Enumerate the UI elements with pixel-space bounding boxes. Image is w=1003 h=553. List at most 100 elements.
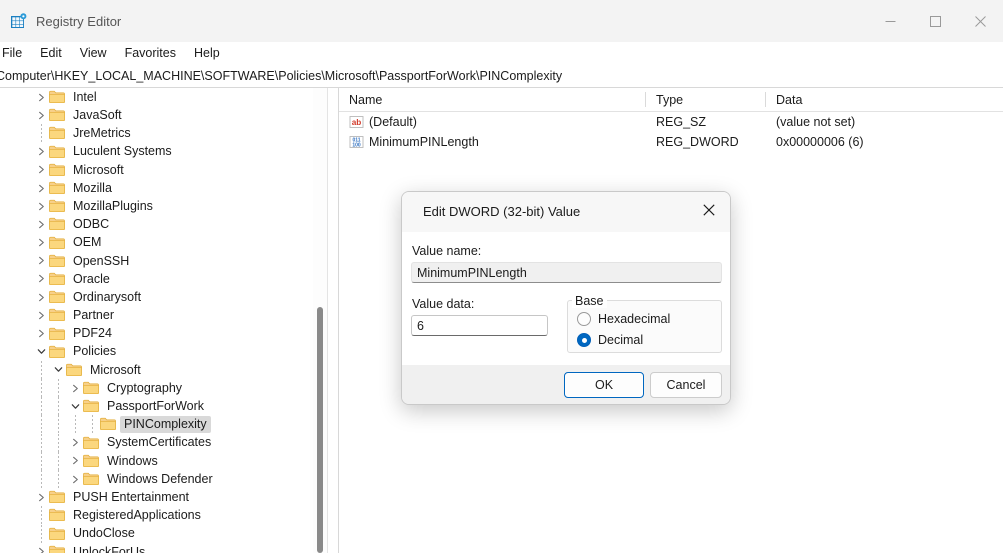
chevron-right-icon[interactable] <box>34 234 48 252</box>
tree-guide-line <box>41 124 42 142</box>
base-option-decimal[interactable]: Decimal <box>577 333 643 347</box>
tree-item-unlockforus[interactable]: UnlockForUs <box>0 543 313 553</box>
value-data-input[interactable]: 6 <box>411 315 548 336</box>
folder-icon <box>82 397 100 415</box>
chevron-right-icon[interactable] <box>34 143 48 161</box>
chevron-right-icon[interactable] <box>34 252 48 270</box>
ok-button[interactable]: OK <box>564 372 644 398</box>
chevron-right-icon[interactable] <box>34 306 48 324</box>
menu-item-file[interactable]: File <box>0 45 31 62</box>
tree-item-mozillaplugins[interactable]: MozillaPlugins <box>0 197 313 215</box>
tree-item-microsoft[interactable]: Microsoft <box>0 361 313 379</box>
tree-item-microsoft[interactable]: Microsoft <box>0 161 313 179</box>
tree-item-oem[interactable]: OEM <box>0 234 313 252</box>
chevron-right-icon[interactable] <box>34 88 48 106</box>
chevron-right-icon[interactable] <box>68 470 82 488</box>
column-header-name[interactable]: Name <box>339 88 645 111</box>
column-header-data[interactable]: Data <box>766 88 1003 111</box>
tree-item-undoclose[interactable]: UndoClose <box>0 525 313 543</box>
chevron-right-icon[interactable] <box>34 106 48 124</box>
dialog-title-bar: Edit DWORD (32-bit) Value <box>402 192 730 232</box>
value-name-cell: 011100MinimumPINLength <box>349 135 479 150</box>
chevron-right-icon[interactable] <box>34 215 48 233</box>
close-button[interactable] <box>958 0 1003 42</box>
cancel-button[interactable]: Cancel <box>650 372 722 398</box>
folder-icon <box>48 543 66 553</box>
chevron-right-icon[interactable] <box>34 488 48 506</box>
folder-icon <box>82 470 100 488</box>
tree-item-systemcertificates[interactable]: SystemCertificates <box>0 434 313 452</box>
chevron-right-icon[interactable] <box>68 434 82 452</box>
tree-guide-line <box>58 470 59 488</box>
tree-item-label: SystemCertificates <box>103 434 215 451</box>
tree-item-oracle[interactable]: Oracle <box>0 270 313 288</box>
tree-pane-edge <box>327 88 328 553</box>
tree-item-label: PassportForWork <box>103 398 208 415</box>
folder-icon <box>48 288 66 306</box>
folder-icon <box>48 234 66 252</box>
value-name-input[interactable]: MinimumPINLength <box>411 262 722 283</box>
column-header-type[interactable]: Type <box>646 88 765 111</box>
chevron-down-icon[interactable] <box>34 343 48 361</box>
list-rows: ab(Default)REG_SZ(value not set)011100Mi… <box>339 112 1003 152</box>
tree-item-cryptography[interactable]: Cryptography <box>0 379 313 397</box>
tree-item-push-entertainment[interactable]: PUSH Entertainment <box>0 488 313 506</box>
tree-item-pincomplexity[interactable]: PINComplexity <box>0 415 313 433</box>
tree-item-mozilla[interactable]: Mozilla <box>0 179 313 197</box>
address-bar[interactable]: Computer\HKEY_LOCAL_MACHINE\SOFTWARE\Pol… <box>0 65 1003 88</box>
menu-item-edit[interactable]: Edit <box>31 45 71 62</box>
tree-item-registeredapplications[interactable]: RegisteredApplications <box>0 506 313 524</box>
base-option-decimal-label: Decimal <box>598 333 643 347</box>
tree-item-openssh[interactable]: OpenSSH <box>0 252 313 270</box>
tree-item-passportforwork[interactable]: PassportForWork <box>0 397 313 415</box>
menu-item-view[interactable]: View <box>71 45 116 62</box>
tree-item-odbc[interactable]: ODBC <box>0 215 313 233</box>
tree-item-jremetrics[interactable]: JreMetrics <box>0 124 313 142</box>
tree-item-label: UnlockForUs <box>69 544 149 553</box>
list-row[interactable]: 011100MinimumPINLengthREG_DWORD0x0000000… <box>339 132 1003 152</box>
tree-item-policies[interactable]: Policies <box>0 343 313 361</box>
chevron-down-icon[interactable] <box>68 397 82 415</box>
tree-item-label: Policies <box>69 343 120 360</box>
chevron-right-icon[interactable] <box>34 197 48 215</box>
value-name-label: Value name: <box>412 245 481 258</box>
chevron-right-icon[interactable] <box>68 452 82 470</box>
menu-item-favorites[interactable]: Favorites <box>116 45 185 62</box>
tree-scrollbar-thumb[interactable] <box>317 307 323 553</box>
tree-item-pdf24[interactable]: PDF24 <box>0 324 313 342</box>
folder-icon <box>99 415 117 433</box>
chevron-right-icon[interactable] <box>34 325 48 343</box>
radio-decimal-icon <box>577 333 591 347</box>
chevron-right-icon[interactable] <box>68 379 82 397</box>
tree-scrollbar[interactable] <box>313 88 327 553</box>
list-row[interactable]: ab(Default)REG_SZ(value not set) <box>339 112 1003 132</box>
chevron-right-icon[interactable] <box>34 161 48 179</box>
tree-item-javasoft[interactable]: JavaSoft <box>0 106 313 124</box>
menu-item-help[interactable]: Help <box>185 45 229 62</box>
chevron-right-icon[interactable] <box>34 270 48 288</box>
registry-key-tree[interactable]: IntelJavaSoftJreMetricsLuculent SystemsM… <box>0 88 313 553</box>
tree-item-label: ODBC <box>69 216 113 233</box>
edit-dword-dialog: Edit DWORD (32-bit) Value Value name: Mi… <box>401 191 731 405</box>
tree-guide-line <box>41 470 42 488</box>
dialog-title: Edit DWORD (32-bit) Value <box>423 205 580 218</box>
chevron-right-icon[interactable] <box>34 288 48 306</box>
tree-guide-line <box>41 506 42 524</box>
maximize-button[interactable] <box>913 0 958 42</box>
chevron-right-icon[interactable] <box>34 543 48 553</box>
tree-item-windows-defender[interactable]: Windows Defender <box>0 470 313 488</box>
base-option-hexadecimal[interactable]: Hexadecimal <box>577 312 670 326</box>
tree-item-label: OpenSSH <box>69 253 133 270</box>
tree-item-ordinarysoft[interactable]: Ordinarysoft <box>0 288 313 306</box>
minimize-button[interactable] <box>868 0 913 42</box>
tree-item-partner[interactable]: Partner <box>0 306 313 324</box>
tree-item-intel[interactable]: Intel <box>0 88 313 106</box>
value-data-cell: (value not set) <box>776 115 855 129</box>
dialog-close-button[interactable] <box>688 192 730 228</box>
registry-editor-window: Registry Editor File Edit View Favorites… <box>0 0 1003 553</box>
tree-item-luculent-systems[interactable]: Luculent Systems <box>0 143 313 161</box>
value-name-text: (Default) <box>369 115 417 129</box>
chevron-down-icon[interactable] <box>51 361 65 379</box>
chevron-right-icon[interactable] <box>34 179 48 197</box>
tree-item-windows[interactable]: Windows <box>0 452 313 470</box>
